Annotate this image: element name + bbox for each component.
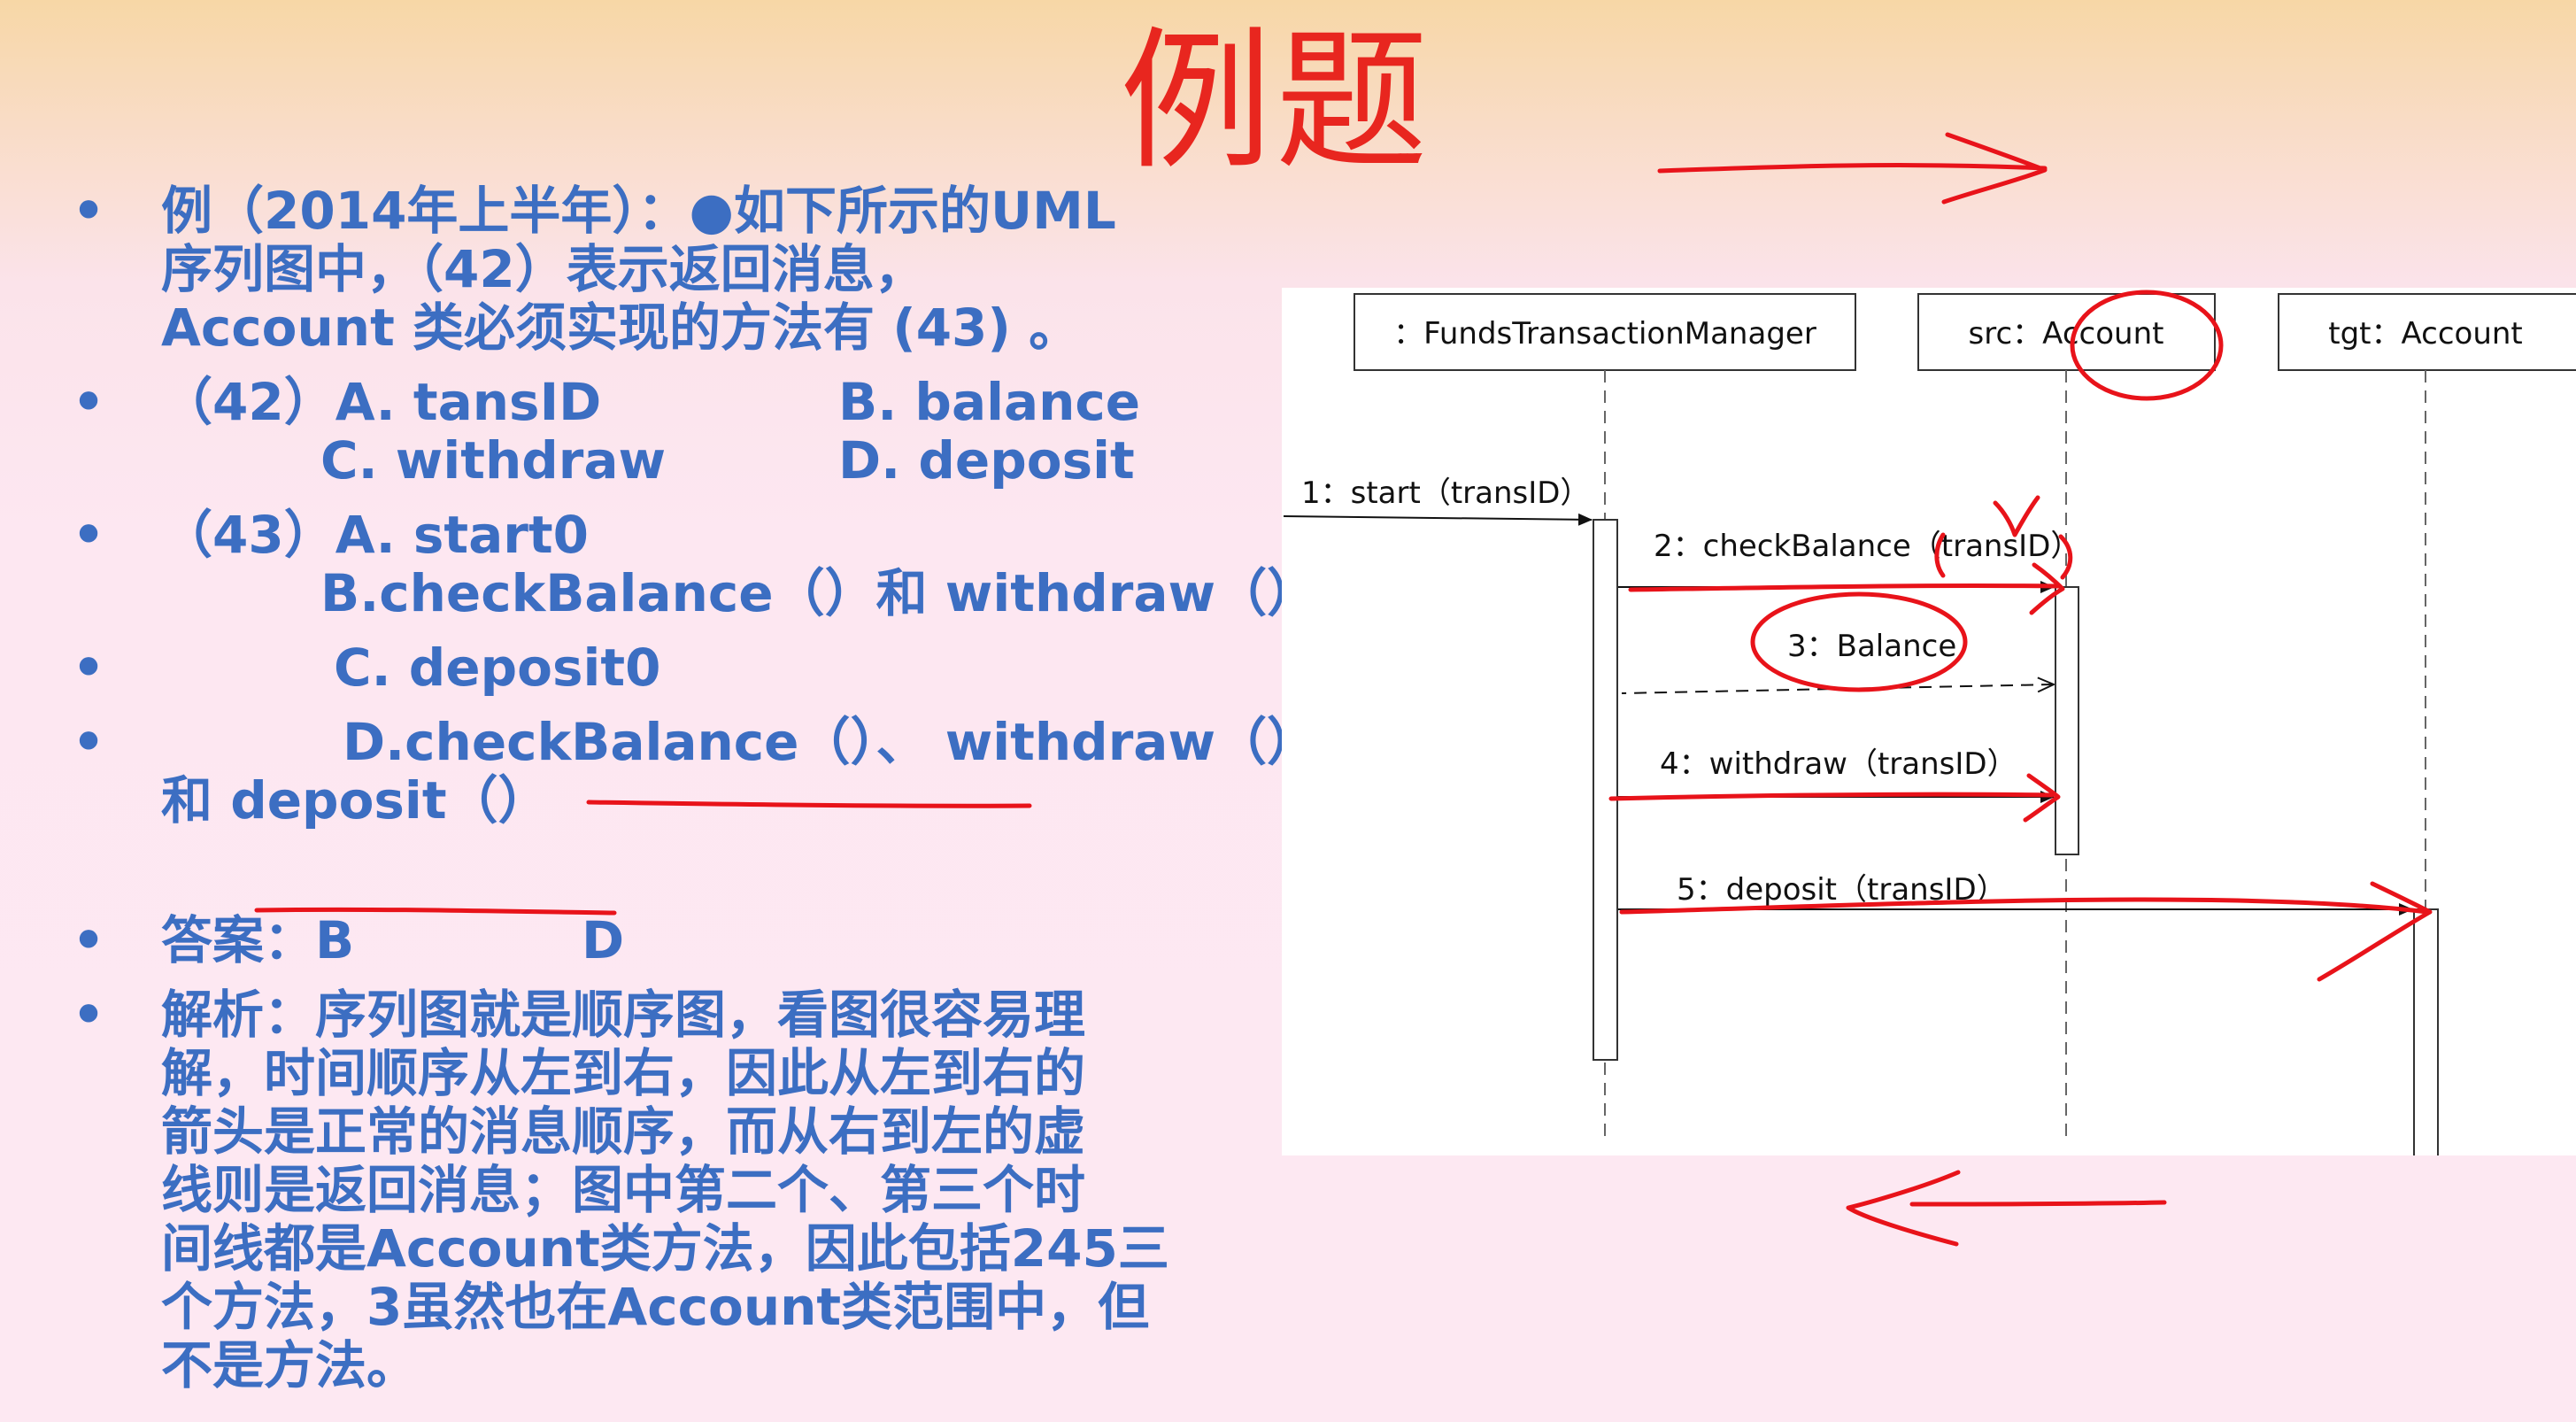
question-line-1: 例（2014年上半年）：●如下所示的UML: [161, 181, 1116, 241]
bullet-options-42: • （42）A. tansID B. balance C. withdraw D. …: [62, 373, 1266, 490]
bullet-answer: • 答案：B D: [62, 911, 1266, 970]
explanation-line-6: 个方法，3虽然也在Account类范围中，但: [161, 1277, 1150, 1337]
bullet-dot-icon: •: [72, 638, 105, 698]
bullet-explanation: • 解析：序列图就是顺序图，看图很容易理 解，时间顺序从左到右，因此从左到右的 …: [62, 985, 1266, 1395]
bullet-dot-icon: •: [72, 712, 105, 772]
explanation-line-2: 解，时间顺序从左到右，因此从左到右的: [161, 1043, 1086, 1103]
uml-sequence-diagram: ：FundsTransactionManager src：Account tgt…: [1282, 288, 2576, 1155]
activation-src-account: [2055, 586, 2079, 855]
bullet-dot-icon: •: [72, 910, 105, 970]
explanation-line-3: 箭头是正常的消息顺序，而从右到左的虚: [161, 1101, 1086, 1162]
explanation-line-4: 线则是返回消息；图中第二个、第三个时: [161, 1160, 1086, 1220]
explanation-line-5: 间线都是Account类方法，因此包括245三: [161, 1218, 1169, 1279]
option-42-a: （42）A. tansID: [161, 372, 602, 432]
bullet-option-43-c: • C. deposit0: [62, 638, 1266, 697]
option-42-b: B. balance: [838, 372, 1141, 432]
lifeline-label-tgt-account: tgt：Account: [2328, 316, 2523, 352]
lifeline-label-src-account: src：Account: [1969, 316, 2164, 352]
option-43-c: C. deposit0: [334, 638, 661, 698]
message-4-label: 4：withdraw（transID）: [1660, 746, 2017, 782]
message-5-label: 5：deposit（transID）: [1677, 872, 2007, 908]
answer-text: 答案：B: [161, 910, 355, 970]
message-2-label: 2：checkBalance（transID）: [1654, 529, 2080, 564]
options-42-row-2: C. withdraw D. deposit: [161, 431, 1266, 490]
bullet-dot-icon: •: [72, 985, 105, 1045]
annotation-left-arrow: [1846, 1170, 2167, 1247]
option-43-b: B.checkBalance（）和 withdraw（）: [320, 563, 1319, 623]
answer-d: D: [582, 910, 625, 970]
slide-title: 例题: [1120, 12, 1431, 190]
options-42-row-1: （42）A. tansID B. balance: [161, 373, 1266, 431]
bullet-dot-icon: •: [72, 181, 105, 241]
message-3-return-arrow: [1621, 684, 2054, 694]
activation-tgt-account: [2413, 908, 2439, 1155]
message-1-label: 1：start（transID）: [1301, 475, 1590, 511]
explanation-line-7: 不是方法。: [161, 1335, 419, 1395]
bullet-options-43: • （43）A. start0 B.checkBalance（）和 withdr…: [62, 505, 1319, 623]
explanation-line-1: 解析：序列图就是顺序图，看图很容易理: [161, 985, 1086, 1045]
bullet-list: • 例（2014年上半年）：●如下所示的UML 序列图中，（42）表示返回消息，…: [62, 182, 1319, 1395]
message-1-arrow: [1283, 513, 1593, 526]
bullet-dot-icon: •: [72, 372, 105, 432]
option-43-a: （43）A. start0: [161, 505, 589, 565]
lifeline-label-funds-manager: ：FundsTransactionManager: [1393, 316, 1816, 352]
option-43-d-line-2: 和 deposit（）: [161, 770, 550, 831]
question-line-3: Account 类必须实现的方法有 (43) 。: [161, 298, 1081, 358]
activation-funds-manager: [1593, 519, 1618, 1061]
answer-line: 答案：B D: [161, 911, 1266, 970]
option-42-d: D. deposit: [838, 430, 1135, 491]
option-42-c: C. withdraw: [320, 430, 667, 491]
question-line-2: 序列图中，（42）表示返回消息，: [161, 239, 926, 299]
bullet-option-43-d: • D.checkBalance（）、 withdraw（） 和 deposit…: [62, 712, 1319, 831]
bullet-dot-icon: •: [72, 505, 105, 565]
message-3-label: 3：Balance: [1787, 629, 1956, 664]
option-43-d-line-1: D.checkBalance（）、 withdraw（）: [343, 712, 1319, 772]
annotation-right-arrow: [1657, 132, 2048, 205]
bullet-question: • 例（2014年上半年）：●如下所示的UML 序列图中，（42）表示返回消息，…: [62, 182, 1266, 357]
